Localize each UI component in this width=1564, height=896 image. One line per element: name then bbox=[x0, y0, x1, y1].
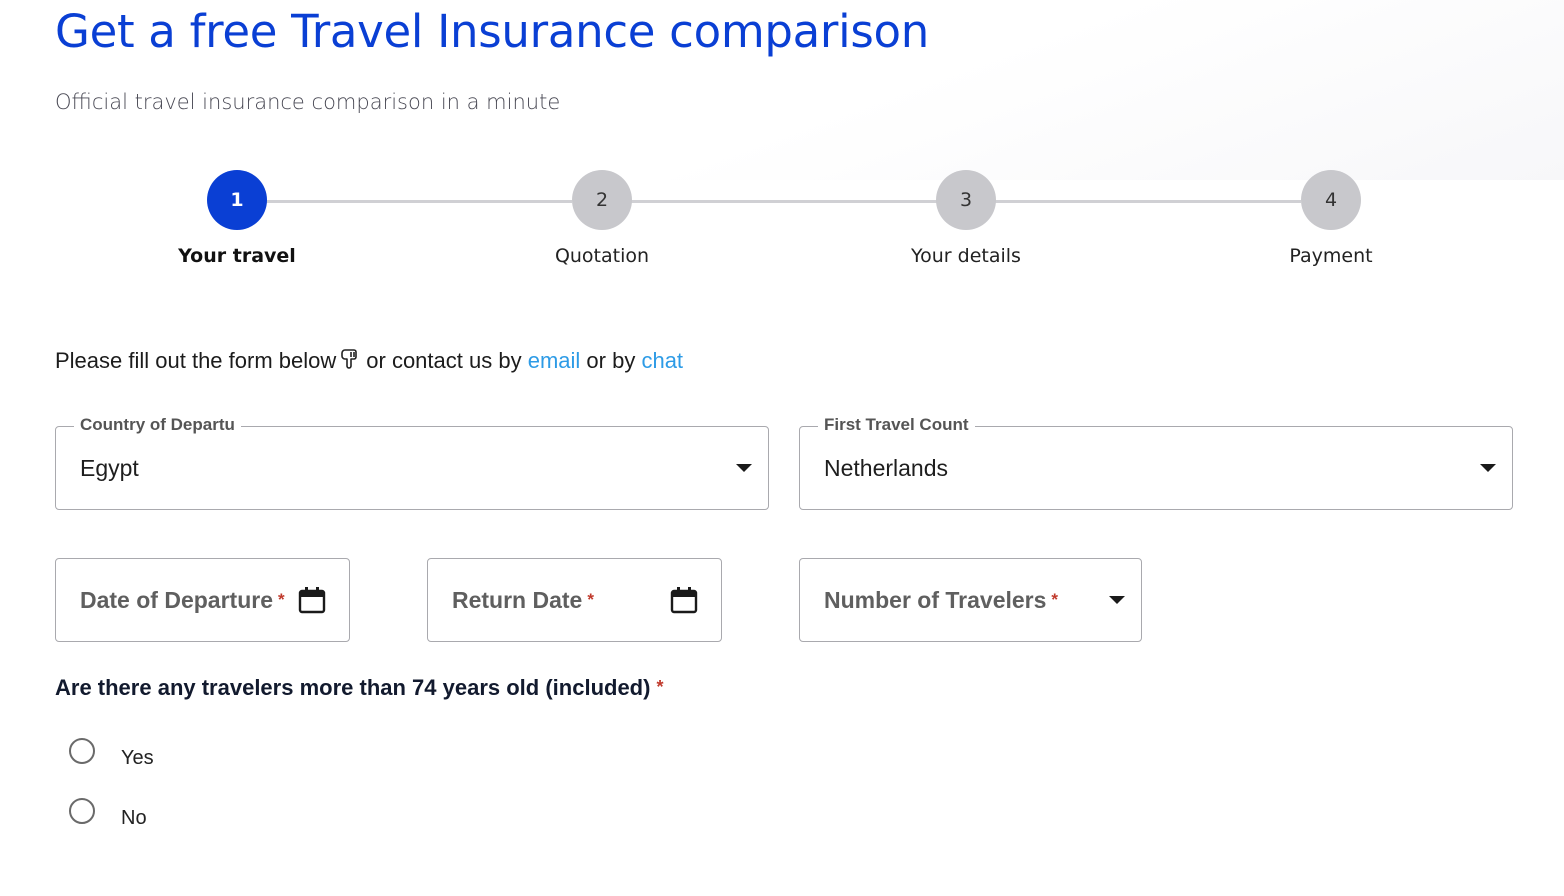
number-of-travelers-placeholder: Number of Travelers * bbox=[824, 587, 1059, 613]
radio-label-yes: Yes bbox=[121, 747, 154, 769]
country-of-departure-value: Egypt bbox=[80, 455, 139, 481]
return-date-field[interactable]: Return Date * bbox=[427, 558, 722, 642]
step-3-label: Your details bbox=[911, 245, 1021, 267]
page: Get a free Travel Insurance comparison O… bbox=[0, 0, 1564, 896]
chevron-down-icon bbox=[1480, 464, 1496, 472]
intro-text: Please fill out the form below bbox=[55, 348, 337, 373]
pointing-down-hand-icon bbox=[340, 348, 362, 380]
country-of-departure-label: Country of Departu bbox=[74, 415, 241, 435]
step-2-indicator[interactable]: 2 bbox=[572, 170, 632, 230]
chat-link[interactable]: chat bbox=[641, 348, 683, 373]
step-2-label: Quotation bbox=[554, 245, 650, 267]
email-link[interactable]: email bbox=[528, 348, 581, 373]
number-of-travelers-select[interactable]: Number of Travelers * bbox=[799, 558, 1142, 642]
step-1-indicator[interactable]: 1 bbox=[207, 170, 267, 230]
return-date-placeholder: Return Date * bbox=[452, 587, 594, 613]
radio-label-no: No bbox=[121, 807, 147, 829]
first-travel-country-select[interactable]: First Travel Count Netherlands bbox=[799, 415, 1513, 510]
radio-button-yes[interactable] bbox=[69, 738, 95, 764]
intro-text: or contact us by bbox=[366, 348, 522, 373]
step-1-label: Your travel bbox=[178, 245, 296, 267]
chevron-down-icon bbox=[736, 464, 752, 472]
first-travel-country-value: Netherlands bbox=[824, 455, 949, 481]
step-connector bbox=[631, 200, 937, 203]
step-3-indicator[interactable]: 3 bbox=[936, 170, 996, 230]
date-of-departure-field[interactable]: Date of Departure * bbox=[55, 558, 350, 642]
age-question-label: Are there any travelers more than 74 yea… bbox=[55, 675, 664, 700]
step-connector bbox=[995, 200, 1301, 203]
chevron-down-icon bbox=[1109, 596, 1125, 604]
step-4-indicator[interactable]: 4 bbox=[1301, 170, 1361, 230]
country-of-departure-select[interactable]: Country of Departu Egypt bbox=[55, 415, 769, 510]
progress-stepper: 1 2 3 4 Your travel Quotation Your detai… bbox=[0, 0, 1564, 300]
radio-button-no[interactable] bbox=[69, 798, 95, 824]
intro-text: or by bbox=[586, 348, 636, 373]
step-connector bbox=[266, 200, 572, 203]
first-travel-country-label: First Travel Count bbox=[818, 415, 975, 435]
form-intro: Please fill out the form below or contact… bbox=[55, 346, 683, 380]
step-4-label: Payment bbox=[1289, 245, 1373, 267]
calendar-icon[interactable] bbox=[298, 586, 326, 619]
calendar-icon[interactable] bbox=[670, 586, 698, 619]
date-of-departure-placeholder: Date of Departure * bbox=[80, 587, 285, 613]
